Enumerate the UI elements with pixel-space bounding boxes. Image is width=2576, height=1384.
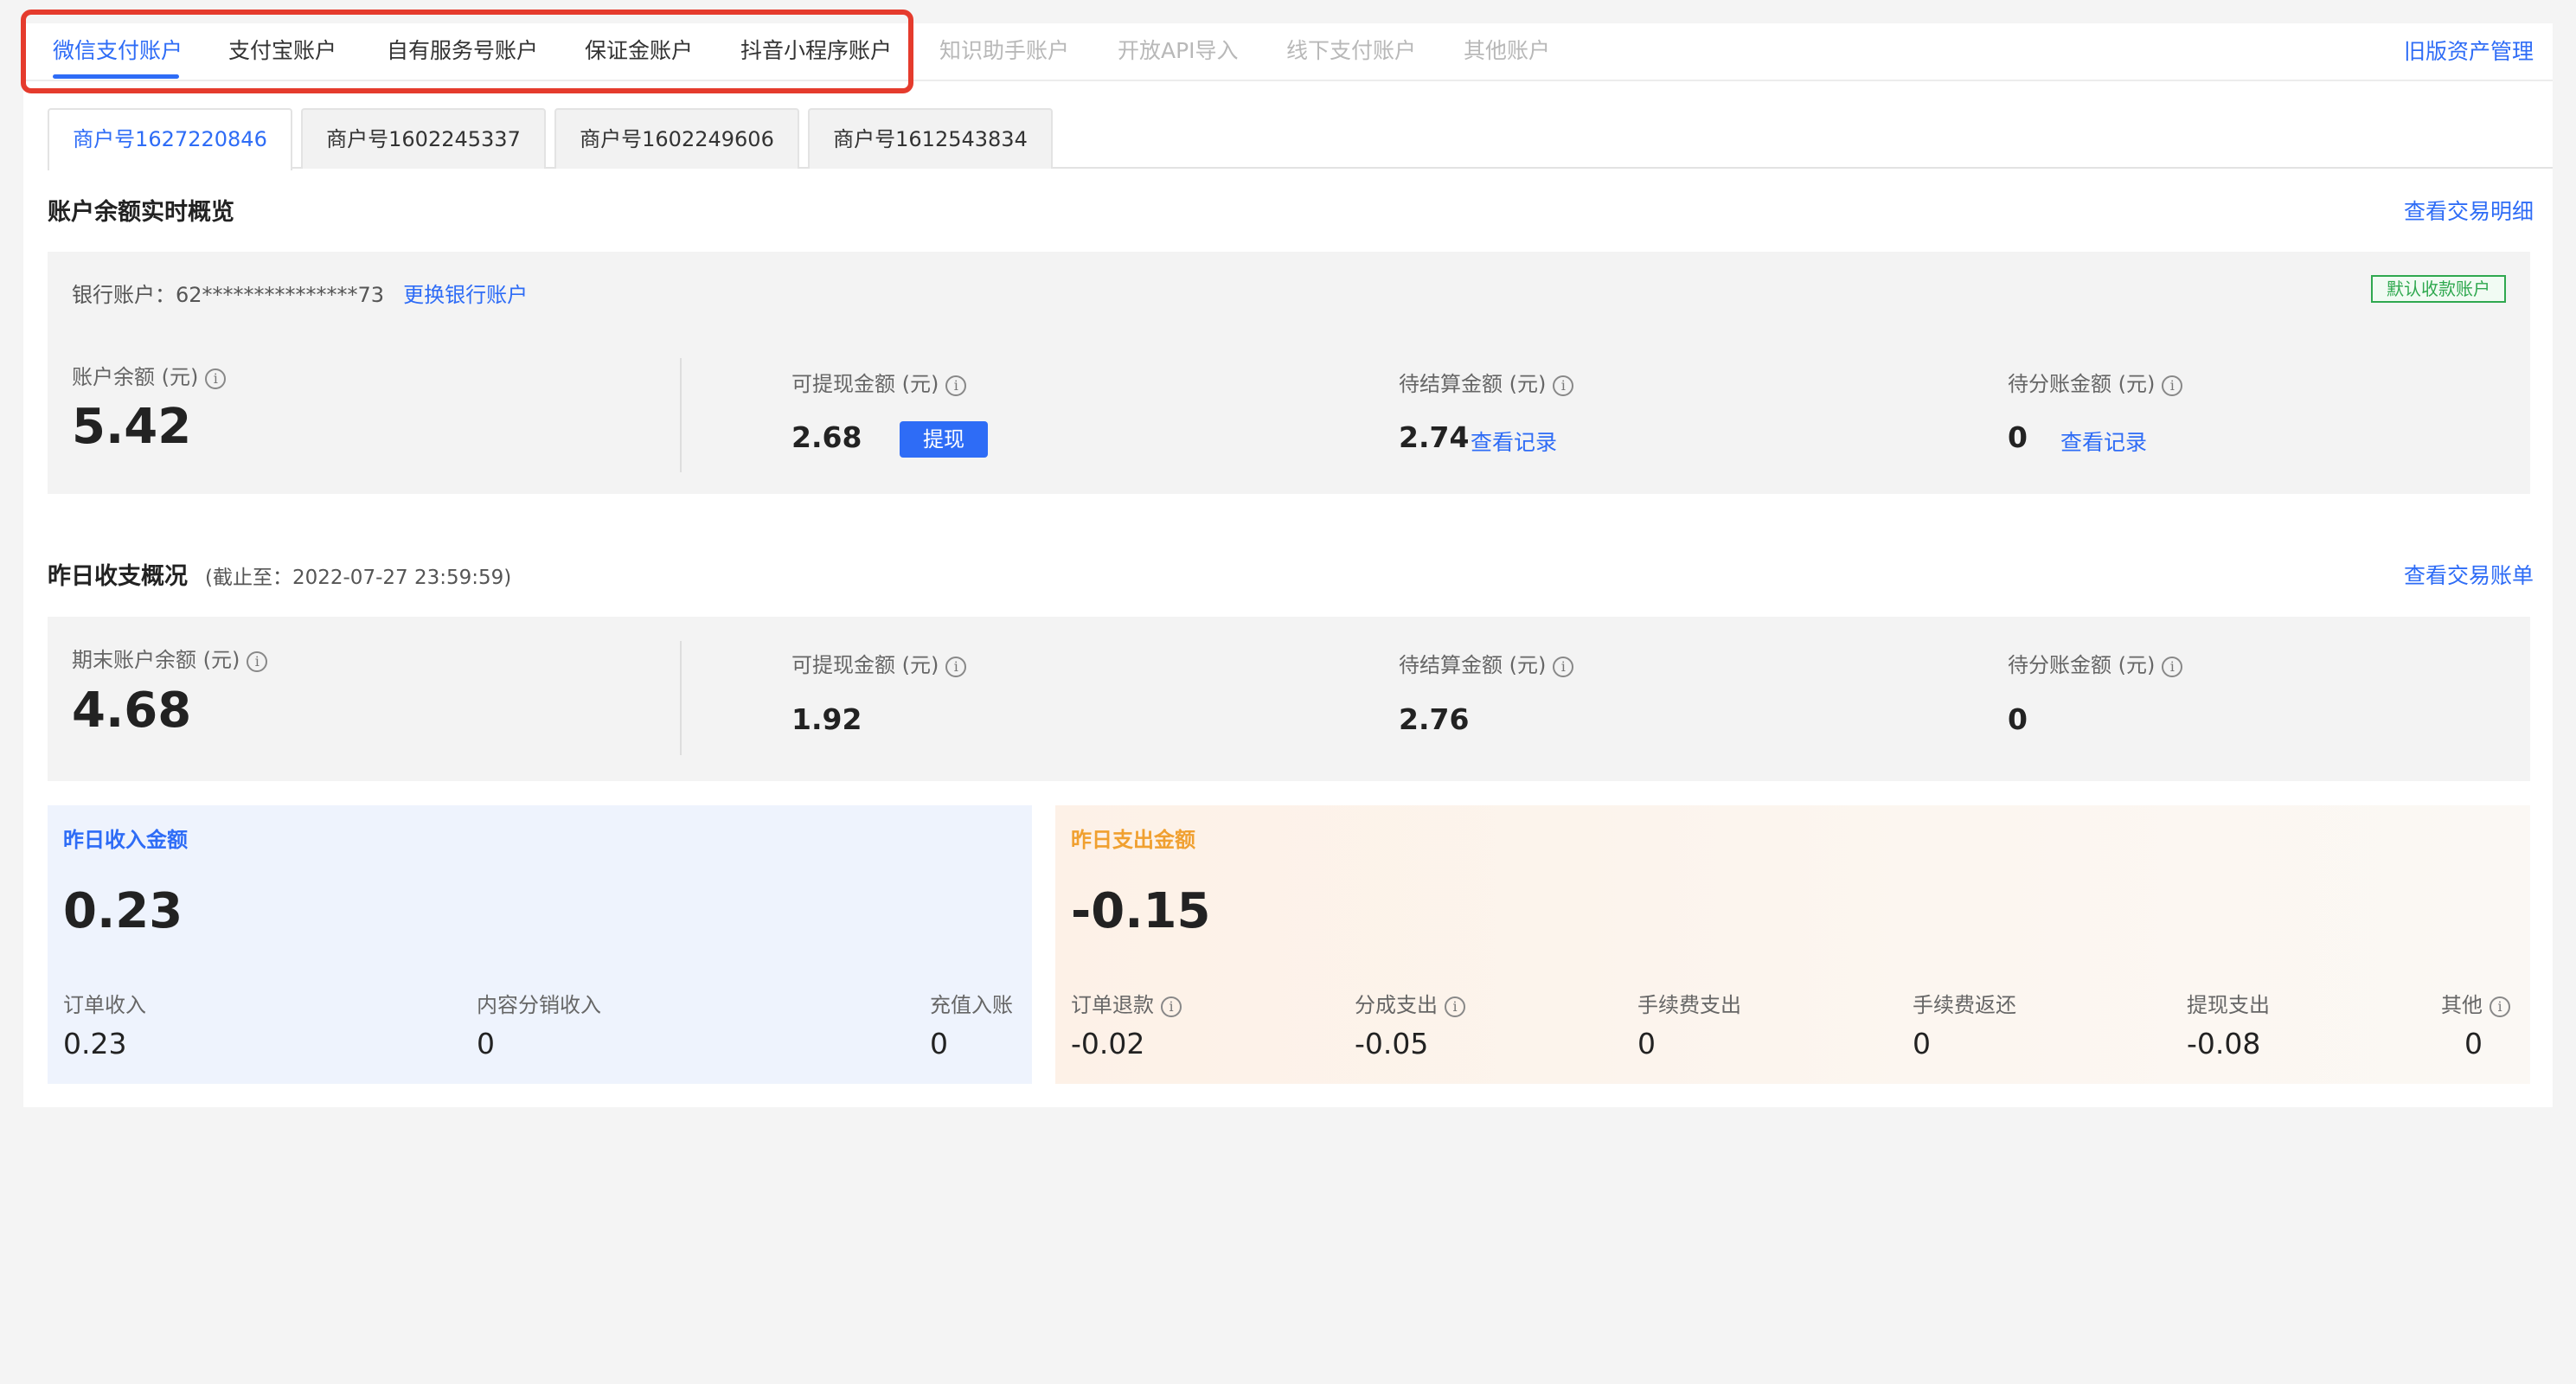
info-icon[interactable]: i [945,375,967,396]
yesterday-title-text: 昨日收支概况 [48,563,188,590]
info-icon[interactable]: i [1553,375,1574,396]
yesterday-panel: 期末账户余额 (元) i 4.68 可提现金额 (元) i 1.92 待结算金额 (… [48,617,2530,781]
order-income-value: 0.23 [63,1027,127,1060]
info-icon[interactable]: i [205,368,227,389]
info-icon[interactable]: i [2162,657,2183,677]
tab-offline-payment[interactable]: 线下支付账户 [1286,23,1416,81]
pending-settle-value: 2.74 [1399,420,1470,454]
fee-refund-label: 手续费返还 [1913,993,2016,1017]
tab-other-accounts[interactable]: 其他账户 [1464,23,1550,81]
content-distribution-value: 0 [477,1027,495,1060]
tab-open-api-import[interactable]: 开放API导入 [1118,23,1239,81]
withdraw-expense-value: -0.08 [2187,1027,2261,1060]
y-pending-settle-value: 2.76 [1399,702,1470,736]
split-expense-label: 分成支出 [1355,993,1438,1017]
old-asset-management-link[interactable]: 旧版资产管理 [2404,23,2534,80]
tab-knowledge-assistant[interactable]: 知识助手账户 [939,23,1069,81]
other-expense-value: 0 [2464,1027,2483,1060]
pending-split-value: 0 [2008,420,2028,454]
fee-expense-value: 0 [1637,1027,1656,1060]
withdraw-button[interactable]: 提现 [900,421,988,458]
content-distribution-label: 内容分销收入 [477,993,601,1017]
end-balance-label: 期末账户余额 (元) [72,648,240,672]
info-icon[interactable]: i [247,651,268,672]
recharge-income-label: 充值入账 [930,993,1013,1017]
other-expense-label-group: 其他 i [2441,988,2510,1018]
split-expense-value: -0.05 [1355,1027,1429,1060]
pending-settle-records-link[interactable]: 查看记录 [1471,426,1557,457]
fee-expense-label: 手续费支出 [1637,993,1741,1017]
balance-overview-title: 账户余额实时概览 [48,199,234,226]
y-pending-settle-label: 待结算金额 (元) [1399,653,1547,677]
end-balance-value: 4.68 [72,682,192,739]
yesterday-overview-title: 昨日收支概况 (截止至：2022-07-27 23:59:59) [48,557,511,591]
yesterday-expense-box: 昨日支出金额 -0.15 订单退款 i -0.02 分成支出 i -0.05 手续费… [1055,805,2530,1084]
info-icon[interactable]: i [945,657,967,677]
y-pending-split-label: 待分账金额 (元) [2008,653,2156,677]
merchant-tab-3[interactable]: 商户号1602249606 [554,108,799,169]
withdraw-expense-label: 提现支出 [2187,993,2270,1017]
order-income-label: 订单收入 [63,993,146,1017]
y-pending-split-label-group: 待分账金额 (元) i [2008,648,2183,678]
info-icon[interactable]: i [2162,375,2183,396]
pending-settle-label-group: 待结算金额 (元) i [1399,367,1574,397]
account-balance-value: 5.42 [72,399,192,455]
expense-title: 昨日支出金额 [1071,828,1195,852]
tab-wechat-pay[interactable]: 微信支付账户 [53,23,183,81]
y-withdrawable-label: 可提现金额 (元) [791,653,939,677]
bank-account-row: 银行账户：62***************73 更换银行账户 [72,278,528,308]
recharge-income-value: 0 [930,1027,948,1060]
tab-alipay[interactable]: 支付宝账户 [228,23,336,81]
pending-split-label-group: 待分账金额 (元) i [2008,367,2183,397]
income-title: 昨日收入金额 [63,828,188,852]
account-balance-label-group: 账户余额 (元) i [72,360,227,390]
balance-panel: 银行账户：62***************73 更换银行账户 默认收款账户 账户… [48,252,2530,494]
fee-refund-value: 0 [1913,1027,1931,1060]
info-icon[interactable]: i [2489,996,2510,1017]
y-pending-split-value: 0 [2008,702,2028,736]
withdrawable-value: 2.68 [791,420,862,454]
end-balance-label-group: 期末账户余额 (元) i [72,643,268,673]
pending-split-records-link[interactable]: 查看记录 [2060,426,2147,457]
divider [680,641,682,755]
info-icon[interactable]: i [1161,996,1182,1017]
change-bank-account-link[interactable]: 更换银行账户 [403,283,528,307]
account-balance-label: 账户余额 (元) [72,365,199,389]
account-type-tabs: 微信支付账户 支付宝账户 自有服务号账户 保证金账户 抖音小程序账户 知识助手账… [21,10,2553,93]
order-refund-label: 订单退款 [1071,993,1154,1017]
tab-deposit-account[interactable]: 保证金账户 [585,23,693,81]
merchant-tab-1[interactable]: 商户号1627220846 [48,108,292,170]
view-transaction-bill-link[interactable]: 查看交易账单 [2404,559,2534,590]
pending-split-label: 待分账金额 (元) [2008,372,2156,396]
tab-douyin-miniprogram[interactable]: 抖音小程序账户 [740,23,892,81]
order-refund-label-group: 订单退款 i [1071,988,1182,1018]
tab-own-service-account[interactable]: 自有服务号账户 [387,23,538,81]
divider [680,358,682,472]
merchant-tab-4[interactable]: 商户号1612543834 [808,108,1053,169]
pending-settle-label: 待结算金额 (元) [1399,372,1547,396]
active-tab-indicator [53,74,179,79]
asset-card: 微信支付账户 支付宝账户 自有服务号账户 保证金账户 抖音小程序账户 知识助手账… [21,10,2553,1107]
income-total: 0.23 [63,883,183,939]
expense-total: -0.15 [1071,883,1211,939]
view-transaction-details-link[interactable]: 查看交易明细 [2404,195,2534,226]
bank-account-label: 银行账户： [72,283,176,307]
merchant-tab-2[interactable]: 商户号1602245337 [301,108,546,169]
default-account-badge: 默认收款账户 [2371,275,2506,303]
y-pending-settle-label-group: 待结算金额 (元) i [1399,648,1574,678]
y-withdrawable-label-group: 可提现金额 (元) i [791,648,967,678]
withdrawable-label-group: 可提现金额 (元) i [791,367,967,397]
order-refund-value: -0.02 [1071,1027,1145,1060]
split-expense-label-group: 分成支出 i [1355,988,1465,1018]
bank-account-number: 62***************73 [176,283,385,307]
yesterday-cutoff-time: (截止至：2022-07-27 23:59:59) [205,567,512,589]
withdrawable-label: 可提现金额 (元) [791,372,939,396]
other-expense-label: 其他 [2441,993,2483,1017]
yesterday-income-box: 昨日收入金额 0.23 订单收入 0.23 内容分销收入 0 充值入账 0 [48,805,1032,1084]
merchant-tabs: 商户号1627220846 商户号1602245337 商户号160224960… [48,108,2553,170]
y-withdrawable-value: 1.92 [791,702,862,736]
info-icon[interactable]: i [1553,657,1574,677]
info-icon[interactable]: i [1445,996,1465,1017]
